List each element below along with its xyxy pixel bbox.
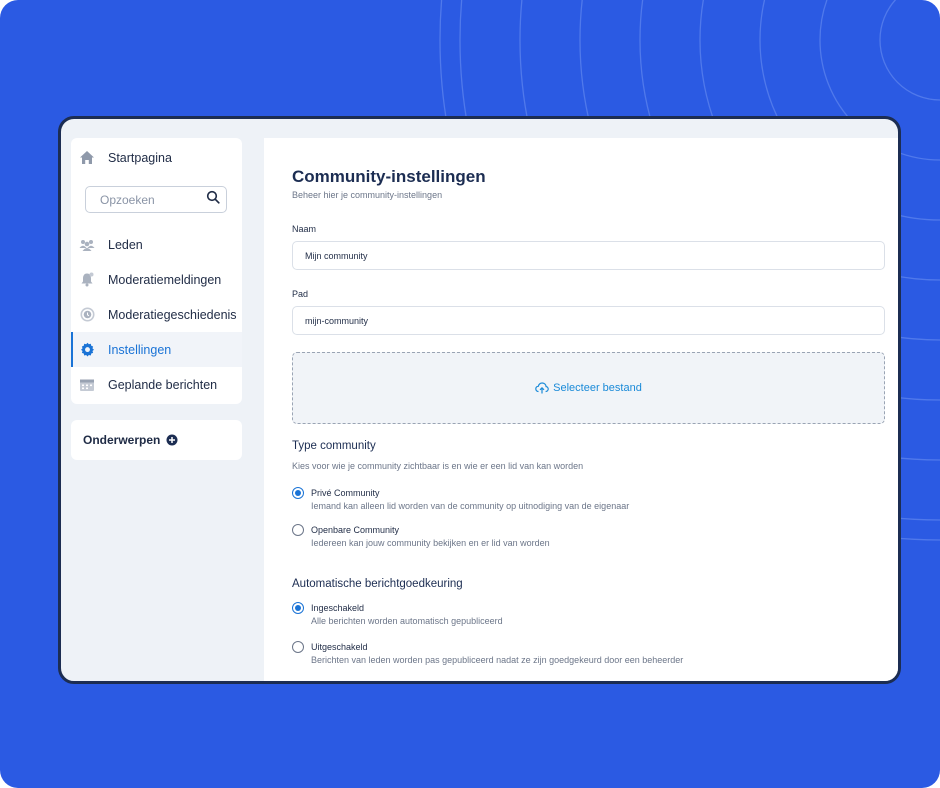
members-icon [78,236,96,254]
sidebar-item-scheduled-posts[interactable]: Geplande berichten [71,367,242,402]
radio-description: Alle berichten worden automatisch gepubl… [311,616,503,626]
radio-option-enabled[interactable]: Ingeschakeld Alle berichten worden autom… [292,602,503,628]
page-subtitle: Beheer hier je community-instellingen [292,190,443,200]
sidebar-item-settings[interactable]: Instellingen [71,332,242,367]
sidebar-item-label: Startpagina [108,150,172,165]
gear-icon [78,341,96,359]
app-window: Startpagina Leden Moderatiemeldingen [58,116,901,684]
sidebar-item-label: Leden [108,237,143,252]
radio-label: Privé Community [311,488,380,498]
radio-button-public[interactable] [292,524,304,536]
calendar-icon [78,376,96,394]
search-box[interactable] [85,186,227,213]
search-icon[interactable] [206,190,220,209]
radio-label: Uitgeschakeld [311,642,368,652]
background: Startpagina Leden Moderatiemeldingen [0,0,940,788]
radio-label: Openbare Community [311,525,400,535]
upload-label: Selecteer bestand [553,382,642,394]
path-field[interactable]: mijn-community [292,306,885,335]
search-input[interactable] [98,191,202,208]
path-label: Pad [292,289,309,299]
radio-option-disabled[interactable]: Uitgeschakeld Berichten van leden worden… [292,641,683,667]
radio-button-private[interactable] [292,487,304,499]
sidebar-item-label: Moderatiemeldingen [108,272,222,287]
sidebar-item-moderation-reports[interactable]: Moderatiemeldingen [71,262,242,297]
sidebar-item-home[interactable]: Startpagina [71,140,242,175]
sidebar-item-moderation-history[interactable]: Moderatiegeschiedenis [71,297,242,332]
sidebar: Startpagina Leden Moderatiemeldingen [71,138,242,404]
topics-label: Onderwerpen [83,433,161,447]
auto-approval-title: Automatische berichtgoedkeuring [292,578,463,590]
sidebar-item-label: Moderatiegeschiedenis [108,307,237,322]
upload-cloud-icon [535,382,549,394]
history-icon [78,306,96,324]
radio-description: Iedereen kan jouw community bekijken en … [311,538,550,548]
radio-description: Iemand kan alleen lid worden van de comm… [311,501,630,511]
settings-panel: Community-instellingen Beheer hier je co… [264,138,898,681]
community-type-title: Type community [292,440,376,452]
community-type-description: Kies voor wie je community zichtbaar is … [292,461,584,471]
page-title: Community-instellingen [292,167,486,186]
radio-option-public[interactable]: Openbare Community Iedereen kan jouw com… [292,524,550,550]
radio-description: Berichten van leden worden pas gepublice… [311,655,684,665]
sidebar-item-label: Geplande berichten [108,377,218,392]
plus-circle-icon[interactable] [166,434,178,446]
radio-button-enabled[interactable] [292,602,304,614]
topics-section[interactable]: Onderwerpen [71,420,242,460]
radio-button-disabled[interactable] [292,641,304,653]
sidebar-item-label: Instellingen [108,342,172,357]
name-field[interactable]: Mijn community [292,241,885,270]
radio-option-private[interactable]: Privé Community Iemand kan alleen lid wo… [292,487,629,513]
bell-icon [78,271,96,289]
file-upload-dropzone[interactable]: Selecteer bestand [292,352,885,424]
radio-label: Ingeschakeld [311,603,365,613]
home-icon [78,149,96,167]
sidebar-item-members[interactable]: Leden [71,227,242,262]
name-label: Naam [292,224,317,234]
